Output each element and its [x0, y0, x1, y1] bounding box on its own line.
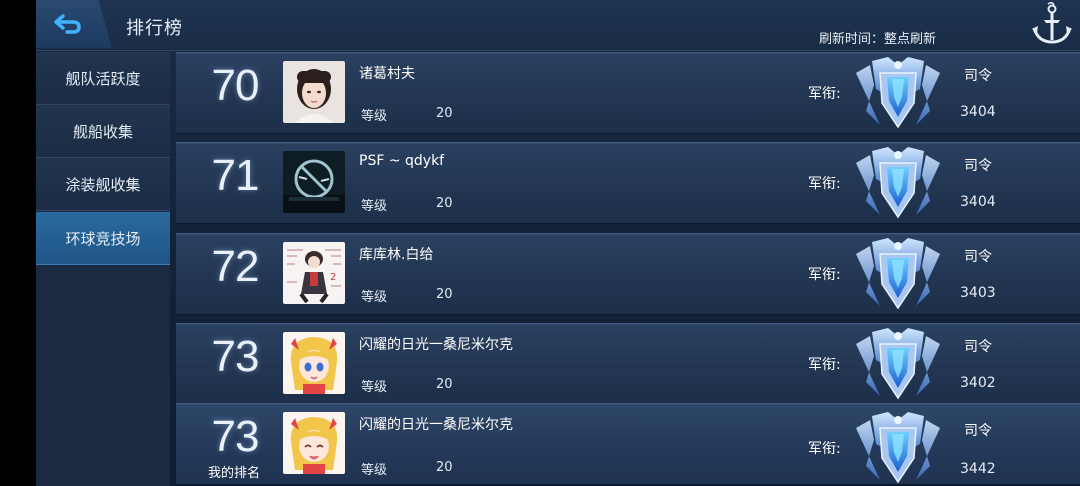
screen-edge [0, 0, 36, 486]
avatar[interactable]: 2 [283, 242, 345, 304]
level-label: 等级 [361, 380, 388, 395]
rank-title: 司令 [964, 68, 992, 84]
sidebar-item-label: 环球竞技场 [65, 229, 141, 248]
back-arrow-icon [54, 14, 81, 34]
level-value: 20 [436, 196, 453, 211]
rank-number: 72 [211, 242, 260, 291]
player-name: 闪耀的日光一桑尼米尔克 [359, 417, 513, 433]
sidebar-item-ship-collection[interactable]: 舰船收集 [36, 105, 170, 158]
arena-score: 3403 [960, 285, 996, 301]
commander-rank-badge-icon [856, 328, 940, 400]
level-value: 20 [436, 460, 453, 475]
leaderboard-row[interactable]: 72 2 库库林.白给 等级 20 军衔: 司令 3403 [176, 233, 1080, 315]
leaderboard-list: 70 诸葛村夫 等级 20 军衔: 司令 3404 71 PSF ~ qdykf… [176, 52, 1080, 486]
level-value: 20 [436, 287, 453, 302]
avatar[interactable] [283, 151, 345, 213]
level-value: 20 [436, 377, 453, 392]
rank-number: 71 [211, 151, 260, 200]
leaderboard-row[interactable]: 71 PSF ~ qdykf 等级 20 军衔: 司令 3404 [176, 142, 1080, 224]
military-rank-label: 军衔: [808, 267, 841, 283]
sidebar: 舰队活跃度 舰船收集 涂装舰收集 环球竞技场 [36, 52, 170, 486]
player-name: 诸葛村夫 [359, 66, 415, 82]
sidebar-item-fleet-activity[interactable]: 舰队活跃度 [36, 52, 170, 105]
avatar[interactable] [283, 332, 345, 394]
refresh-time-label: 刷新时间：整点刷新 [818, 32, 936, 47]
sidebar-item-label: 涂装舰收集 [65, 175, 141, 194]
leaderboard-row[interactable]: 73 闪耀的日光一桑尼米尔克 等级 20 军衔: 司令 3402 [176, 323, 1080, 405]
level-label: 等级 [361, 463, 388, 478]
avatar[interactable] [283, 61, 345, 123]
level-label: 等级 [361, 199, 388, 214]
sidebar-item-skin-collection[interactable]: 涂装舰收集 [36, 158, 170, 211]
level-label: 等级 [361, 109, 388, 124]
commander-rank-badge-icon [856, 147, 940, 219]
player-name: 库库林.白给 [359, 247, 434, 263]
player-name: PSF ~ qdykf [359, 153, 445, 169]
level-value: 20 [436, 106, 453, 121]
anchor-icon[interactable] [1030, 2, 1074, 48]
rank-number: 73 [211, 412, 260, 461]
header-bar: 排行榜 刷新时间：整点刷新 [36, 0, 1080, 51]
arena-score: 3404 [960, 194, 996, 210]
military-rank-label: 军衔: [808, 357, 841, 373]
my-rank-label: 我的排名 [207, 466, 260, 481]
military-rank-label: 军衔: [808, 86, 841, 102]
leaderboard-row[interactable]: 70 诸葛村夫 等级 20 军衔: 司令 3404 [176, 52, 1080, 134]
commander-rank-badge-icon [856, 412, 940, 484]
page-title: 排行榜 [126, 18, 183, 39]
rank-title: 司令 [964, 158, 992, 174]
commander-rank-badge-icon [856, 57, 940, 129]
arena-score: 3404 [960, 104, 996, 120]
my-rank-row[interactable]: 73 我的排名 闪耀的日光一桑尼米尔克 等级 20 军衔: 司令 3442 [176, 403, 1080, 485]
arena-score: 3442 [960, 461, 996, 477]
sidebar-item-label: 舰队活跃度 [65, 69, 141, 88]
back-button[interactable] [36, 0, 112, 48]
military-rank-label: 军衔: [808, 176, 841, 192]
sidebar-item-global-arena[interactable]: 环球竞技场 [36, 212, 170, 265]
avatar[interactable] [283, 412, 345, 474]
sidebar-item-label: 舰船收集 [72, 122, 133, 141]
level-label: 等级 [361, 290, 388, 305]
arena-score: 3402 [960, 375, 996, 391]
rank-number: 70 [211, 61, 260, 110]
player-name: 闪耀的日光一桑尼米尔克 [359, 337, 513, 353]
military-rank-label: 军衔: [808, 441, 841, 457]
rank-title: 司令 [964, 423, 992, 439]
commander-rank-badge-icon [856, 238, 940, 310]
rank-title: 司令 [964, 339, 992, 355]
rank-number: 73 [211, 332, 260, 381]
leaderboard-screen: 排行榜 刷新时间：整点刷新 舰队活跃度 舰船收集 涂装舰收集 环球竞技场 70 … [0, 0, 1080, 486]
svg-text:2: 2 [330, 272, 336, 283]
rank-title: 司令 [964, 249, 992, 265]
